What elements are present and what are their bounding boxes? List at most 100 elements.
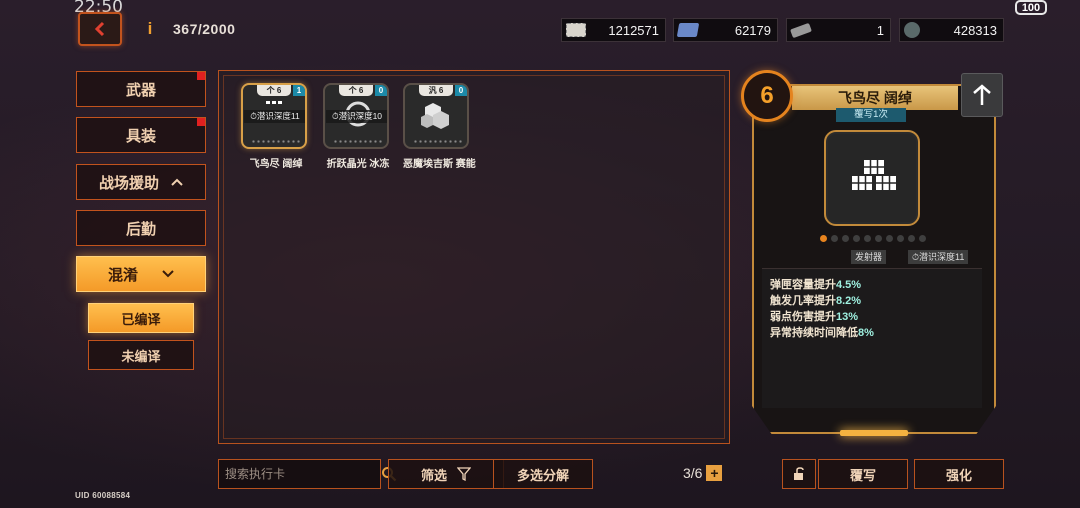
enhance-button[interactable]: 强化 — [914, 459, 1004, 489]
currency-value: 1212571 — [608, 22, 659, 38]
card-item[interactable]: 汎 6 0 恶魔埃吉斯 赛能 — [403, 83, 476, 170]
back-button[interactable] — [78, 12, 122, 46]
stat-value: 13% — [836, 311, 859, 323]
glow-indicator — [840, 430, 908, 436]
unlock-button[interactable] — [782, 459, 816, 489]
card-count-badge: 0 — [455, 85, 467, 96]
card-count-badge: 1 — [293, 85, 305, 96]
funnel-icon — [457, 467, 471, 481]
arrow-up-lock-icon — [973, 84, 991, 105]
filter-label: 筛选 — [420, 467, 447, 483]
stat-line: 弹匣容量提升4.5% — [770, 277, 974, 293]
enhance-label: 强化 — [945, 467, 972, 483]
pager-dot — [897, 234, 904, 242]
currency-cube[interactable]: 62179 — [673, 18, 778, 42]
blue-cube-icon — [676, 23, 700, 37]
card-detail-panel: 飞鸟尽 阔绰 覆写1次 6 发射器 ⏱潜识深度11 弹匣容量提升4.5% 触发几… — [741, 70, 996, 436]
card-type-label: 个 6 — [339, 85, 373, 96]
multi-dismantle-button[interactable]: 多选分解 — [493, 459, 593, 489]
unlock-icon — [794, 467, 804, 480]
level-badge: 6 — [741, 70, 793, 122]
card-thumbnail: 个 6 1 ⏱潜识深度11 — [241, 83, 307, 149]
pager-dot — [853, 234, 860, 242]
stat-line: 触发几率提升8.2% — [770, 293, 974, 309]
stat-line: 弱点伤害提升13% — [770, 309, 974, 325]
pager-dot — [919, 234, 926, 242]
subnav-uncompiled[interactable]: 未编译 — [88, 340, 194, 370]
stat-value: 4.5% — [836, 279, 862, 291]
filter-button[interactable]: 筛选 — [388, 459, 504, 489]
lock-toggle-button[interactable] — [961, 73, 1003, 117]
disc-icon — [904, 22, 920, 38]
currency-value: 62179 — [734, 22, 771, 38]
card-name: 折跃晶光 冰冻 — [326, 159, 390, 170]
subnav-label: 已编译 — [121, 311, 161, 327]
nav-label: 混淆 — [107, 266, 138, 284]
stat-label: 弱点伤害提升 — [770, 311, 836, 323]
card-depth: ⏱潜识深度11 — [244, 110, 305, 123]
card-item[interactable]: 个 6 1 ⏱潜识深度11 飞鸟尽 阔绰 — [241, 83, 311, 170]
nav-label: 具装 — [125, 127, 156, 145]
overwrite-button[interactable]: 覆写 — [818, 459, 908, 489]
card-depth: ⏱潜识深度10 — [326, 110, 387, 123]
pager-dot — [820, 234, 827, 242]
overwrite-label: 覆写 — [849, 467, 876, 483]
search-box[interactable] — [218, 459, 397, 489]
stats-list: 弹匣容量提升4.5% 触发几率提升8.2% 弱点伤害提升13% 异常持续时间降低… — [762, 268, 982, 408]
user-id: UID 60088584 — [75, 491, 131, 500]
expand-capacity-button[interactable]: + — [706, 465, 723, 481]
card-grid-panel: 个 6 1 ⏱潜识深度11 飞鸟尽 阔绰 个 6 0 ⏱潜识深度10 折跃晶光 … — [218, 70, 730, 444]
art-pager — [820, 234, 930, 242]
weapon-type-tag: 发射器 — [851, 250, 887, 264]
notification-dot — [197, 72, 205, 80]
card-count-badge: 0 — [375, 85, 387, 96]
card-depth-text: 潜识深度11 — [256, 111, 300, 121]
currency-value: 1 — [876, 22, 884, 38]
subnav-label: 未编译 — [121, 348, 161, 364]
pager-dot — [908, 234, 915, 242]
subnav-compiled[interactable]: 已编译 — [88, 303, 194, 333]
nav-label: 战场援助 — [98, 174, 159, 192]
nav-obfuscation[interactable]: 混淆 — [76, 256, 206, 292]
nav-logistics[interactable]: 后勤 — [76, 210, 206, 246]
pager-dot — [831, 234, 838, 242]
nav-label: 武器 — [125, 81, 156, 99]
card-item[interactable]: 个 6 0 ⏱潜识深度10 折跃晶光 冰冻 — [323, 83, 393, 170]
ticket-icon — [566, 23, 586, 37]
chevron-left-icon — [94, 21, 105, 37]
currency-chip[interactable]: 1 — [786, 18, 891, 42]
stat-label: 异常持续时间降低 — [770, 327, 858, 339]
page-indicator: 3/6 + — [683, 465, 723, 481]
card-dots — [333, 140, 383, 143]
notification-dot — [197, 118, 205, 126]
currency-disc[interactable]: 428313 — [899, 18, 1004, 42]
card-dots — [413, 140, 463, 143]
stat-label: 弹匣容量提升 — [770, 279, 836, 291]
shield-cluster-icon — [421, 103, 449, 129]
info-icon[interactable]: i — [145, 20, 155, 38]
nav-label: 后勤 — [125, 220, 156, 238]
nav-armor[interactable]: 具装 — [76, 117, 206, 153]
chip-icon — [790, 22, 812, 38]
stat-value: 8% — [858, 327, 874, 339]
stat-line: 异常持续时间降低8% — [770, 325, 974, 341]
detail-title: 飞鸟尽 阔绰 — [792, 86, 958, 110]
nav-weapon[interactable]: 武器 — [76, 71, 206, 107]
search-input[interactable] — [219, 460, 380, 488]
card-name: 飞鸟尽 阔绰 — [249, 159, 303, 170]
depth-tag: ⏱潜识深度11 — [908, 250, 969, 264]
battery-indicator: 100 — [1015, 0, 1047, 15]
pager-dot — [886, 234, 893, 242]
pager-dot — [842, 234, 849, 242]
pager-dot — [864, 234, 871, 242]
chevron-down-icon — [162, 270, 174, 278]
pager-dot — [875, 234, 882, 242]
card-thumbnail: 汎 6 0 — [403, 83, 469, 149]
depth-tag-text: 潜识深度11 — [919, 252, 965, 262]
nav-battlefield-support[interactable]: 战场援助 — [76, 164, 206, 200]
card-dots — [251, 140, 301, 143]
stat-label: 触发几率提升 — [770, 295, 836, 307]
currency-ticket[interactable]: 1212571 — [561, 18, 666, 42]
collection-progress: 367/2000 — [173, 21, 236, 37]
stat-value: 8.2% — [836, 295, 862, 307]
